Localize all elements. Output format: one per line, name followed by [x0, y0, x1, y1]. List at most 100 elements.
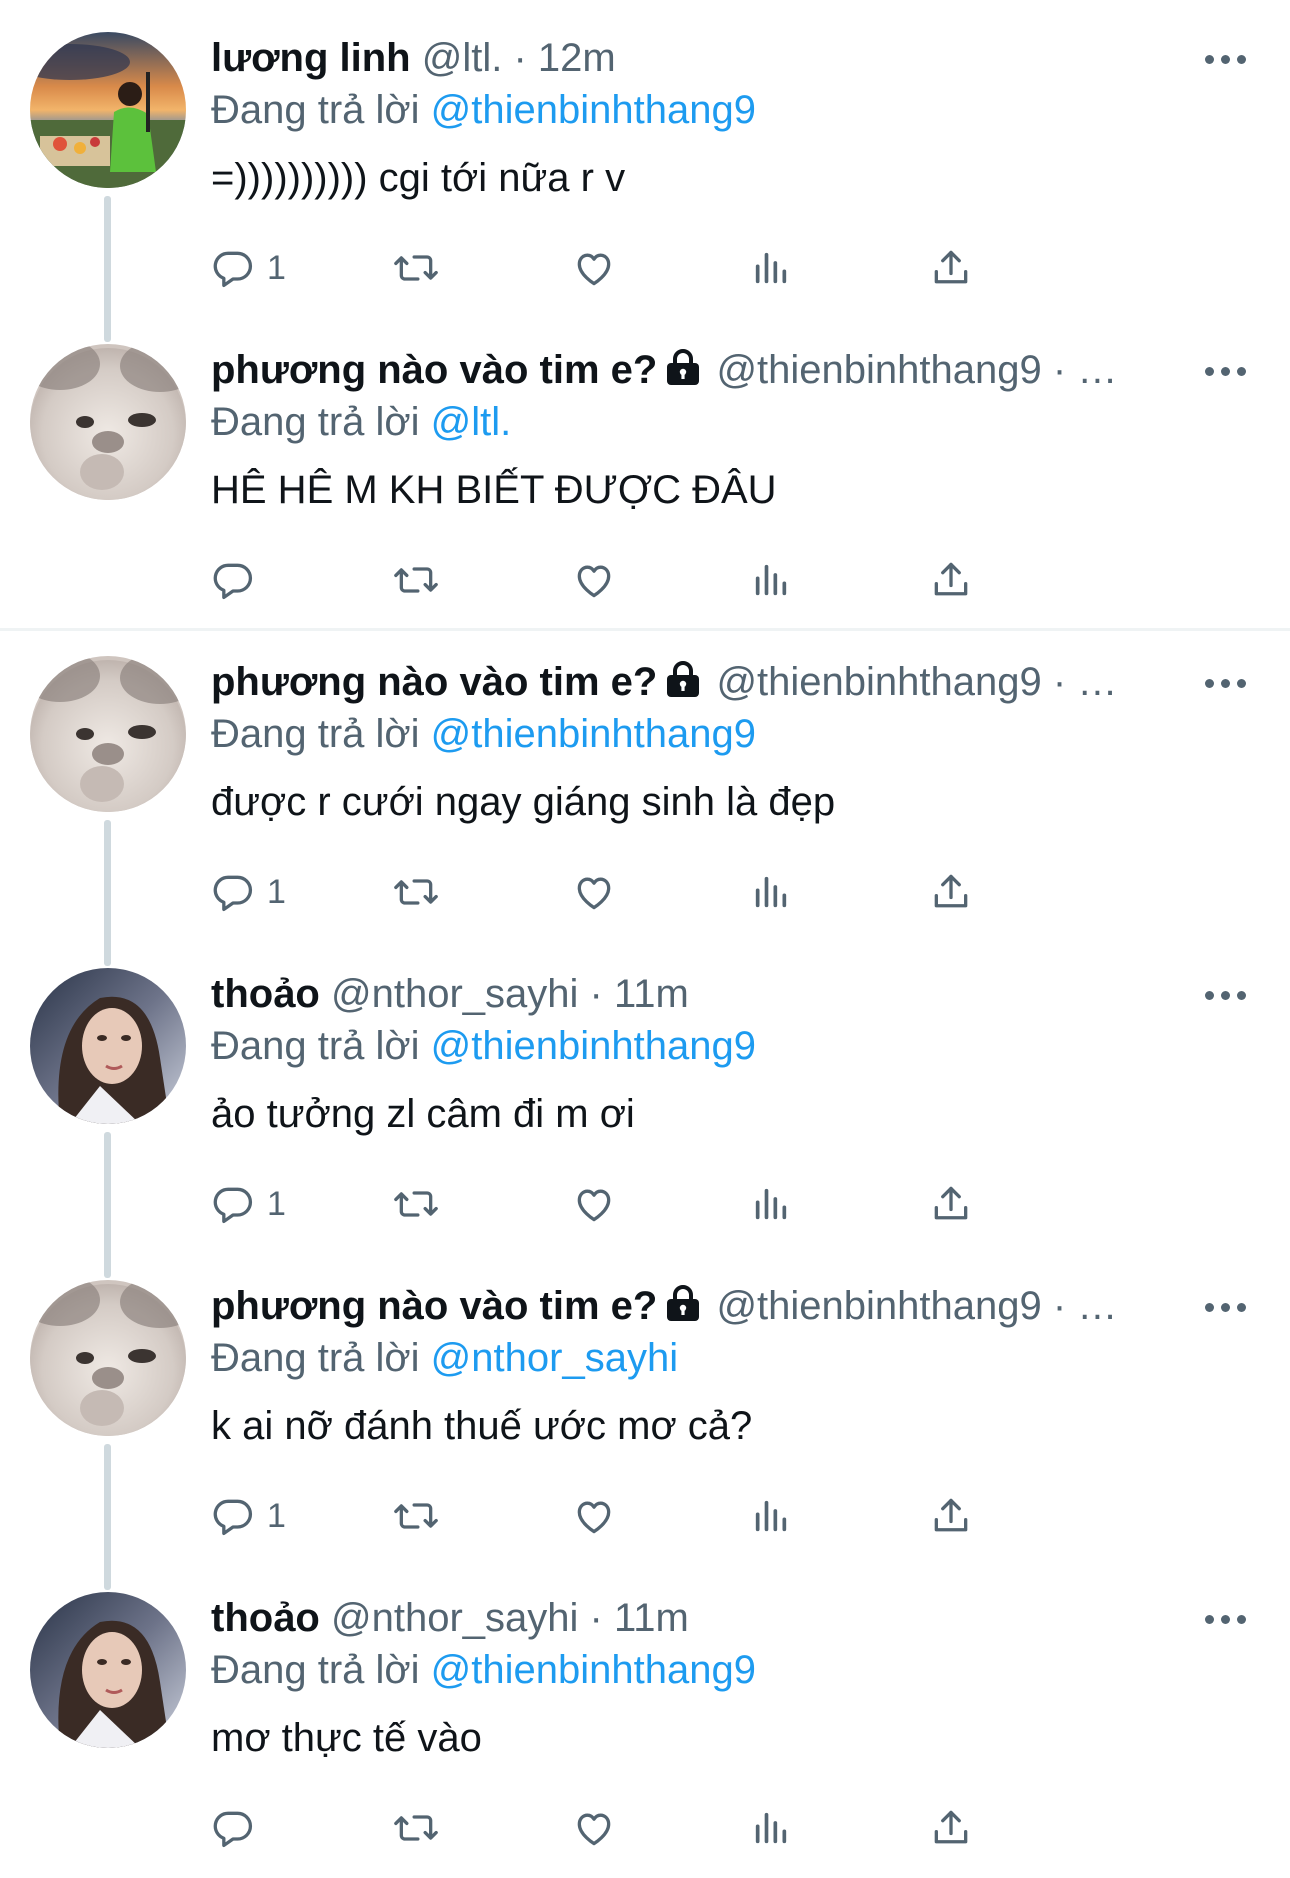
- replying-to-link[interactable]: @nthor_sayhi: [431, 1336, 678, 1380]
- more-icon[interactable]: [1201, 354, 1251, 384]
- display-name[interactable]: phương nào vào tim e?: [211, 348, 657, 392]
- avatar-sunset-photo[interactable]: [30, 32, 186, 188]
- user-handle[interactable]: @thienbinhthang9: [716, 660, 1041, 704]
- avatar-woman-photo[interactable]: [30, 968, 186, 1124]
- display-name[interactable]: phương nào vào tim e?: [211, 660, 657, 704]
- reply-button[interactable]: 1: [211, 1176, 286, 1232]
- retweet-button[interactable]: [391, 864, 441, 920]
- views-button[interactable]: [751, 552, 791, 608]
- retweet-icon: [391, 558, 441, 602]
- avatar-cat-photo[interactable]: [30, 656, 186, 812]
- reply-button[interactable]: 1: [211, 864, 286, 920]
- like-button[interactable]: [571, 1800, 617, 1856]
- avatar-cat-photo[interactable]: [30, 344, 186, 500]
- replying-to-link[interactable]: @thienbinhthang9: [431, 712, 756, 756]
- replying-to: Đang trả lời @ltl.: [211, 398, 511, 446]
- share-button[interactable]: [929, 552, 973, 608]
- retweet-button[interactable]: [391, 1488, 441, 1544]
- replying-to: Đang trả lời @thienbinhthang9: [211, 86, 756, 134]
- tweet[interactable]: thoảo @nthor_sayhi · 11m Đang trả lời @th…: [0, 1560, 1290, 1872]
- tweet-actions: 1: [211, 1488, 1131, 1544]
- views-button[interactable]: [751, 1488, 791, 1544]
- tweet-text: HÊ HÊ M KH BIẾT ĐƯỢC ĐÂU: [211, 468, 777, 512]
- replying-to-link[interactable]: @ltl.: [431, 400, 512, 444]
- like-button[interactable]: [571, 864, 617, 920]
- retweet-button[interactable]: [391, 240, 441, 296]
- reply-icon: [211, 558, 255, 602]
- views-icon: [751, 246, 791, 290]
- reply-feed: lương linh @ltl. · 12m Đang trả lời @thie…: [0, 0, 1290, 1878]
- more-icon[interactable]: [1201, 1290, 1251, 1320]
- views-button[interactable]: [751, 240, 791, 296]
- retweet-icon: [391, 1494, 441, 1538]
- reply-icon: [211, 870, 255, 914]
- more-icon[interactable]: [1201, 666, 1251, 696]
- timestamp[interactable]: 11m: [614, 972, 689, 1016]
- user-handle[interactable]: @ltl.: [422, 36, 503, 80]
- like-icon: [571, 1182, 617, 1226]
- share-icon: [929, 558, 973, 602]
- share-button[interactable]: [929, 1800, 973, 1856]
- retweet-button[interactable]: [391, 552, 441, 608]
- tweet[interactable]: phương nào vào tim e? @thienbinhthang9 ·…: [0, 1248, 1290, 1560]
- share-button[interactable]: [929, 1176, 973, 1232]
- retweet-icon: [391, 1182, 441, 1226]
- timestamp[interactable]: …: [1077, 660, 1117, 704]
- display-name[interactable]: thoảo: [211, 1596, 320, 1640]
- tweet[interactable]: lương linh @ltl. · 12m Đang trả lời @thie…: [0, 0, 1290, 312]
- retweet-button[interactable]: [391, 1176, 441, 1232]
- retweet-button[interactable]: [391, 1800, 441, 1856]
- replying-to-link[interactable]: @thienbinhthang9: [431, 1648, 756, 1692]
- tweet-text: k ai nỡ đánh thuế ước mơ cả?: [211, 1404, 753, 1448]
- reply-count: 1: [267, 872, 286, 911]
- like-button[interactable]: [571, 1176, 617, 1232]
- tweet-actions: 1: [211, 1176, 1131, 1232]
- replying-to: Đang trả lời @thienbinhthang9: [211, 710, 756, 758]
- display-name[interactable]: lương linh: [211, 36, 411, 80]
- share-icon: [929, 870, 973, 914]
- tweet[interactable]: phương nào vào tim e? @thienbinhthang9 ·…: [0, 624, 1290, 936]
- tweet-header: thoảo @nthor_sayhi · 11m: [211, 1594, 1191, 1642]
- tweet-actions: [211, 1800, 1131, 1856]
- reply-button[interactable]: [211, 1800, 267, 1856]
- reply-button[interactable]: [211, 552, 267, 608]
- share-button[interactable]: [929, 1488, 973, 1544]
- reply-icon: [211, 1806, 255, 1850]
- tweet[interactable]: thoảo @nthor_sayhi · 11m Đang trả lời @th…: [0, 936, 1290, 1248]
- views-button[interactable]: [751, 1800, 791, 1856]
- timestamp[interactable]: …: [1077, 348, 1117, 392]
- like-button[interactable]: [571, 552, 617, 608]
- reply-button[interactable]: 1: [211, 240, 286, 296]
- like-icon: [571, 1494, 617, 1538]
- replying-to-link[interactable]: @thienbinhthang9: [431, 1024, 756, 1068]
- avatar-woman-photo[interactable]: [30, 1592, 186, 1748]
- views-button[interactable]: [751, 1176, 791, 1232]
- views-button[interactable]: [751, 864, 791, 920]
- retweet-icon: [391, 1806, 441, 1850]
- timestamp[interactable]: 11m: [614, 1596, 689, 1640]
- user-handle[interactable]: @thienbinhthang9: [716, 348, 1041, 392]
- display-name[interactable]: phương nào vào tim e?: [211, 1284, 657, 1328]
- reply-button[interactable]: 1: [211, 1488, 286, 1544]
- more-icon[interactable]: [1201, 42, 1251, 72]
- lock-icon: [665, 1283, 701, 1330]
- tweet[interactable]: phương nào vào tim e? @thienbinhthang9 ·…: [0, 312, 1290, 624]
- separator-dot: ·: [513, 36, 527, 80]
- like-button[interactable]: [571, 1488, 617, 1544]
- replying-to: Đang trả lời @thienbinhthang9: [211, 1022, 756, 1070]
- retweet-icon: [391, 246, 441, 290]
- replying-to-label: Đang trả lời: [211, 1648, 420, 1692]
- user-handle[interactable]: @thienbinhthang9: [716, 1284, 1041, 1328]
- user-handle[interactable]: @nthor_sayhi: [331, 972, 578, 1016]
- user-handle[interactable]: @nthor_sayhi: [331, 1596, 578, 1640]
- avatar-cat-photo[interactable]: [30, 1280, 186, 1436]
- more-icon[interactable]: [1201, 1602, 1251, 1632]
- share-button[interactable]: [929, 240, 973, 296]
- share-button[interactable]: [929, 864, 973, 920]
- more-icon[interactable]: [1201, 978, 1251, 1008]
- display-name[interactable]: thoảo: [211, 972, 320, 1016]
- timestamp[interactable]: …: [1077, 1284, 1117, 1328]
- like-button[interactable]: [571, 240, 617, 296]
- timestamp[interactable]: 12m: [538, 36, 616, 80]
- replying-to-link[interactable]: @thienbinhthang9: [431, 88, 756, 132]
